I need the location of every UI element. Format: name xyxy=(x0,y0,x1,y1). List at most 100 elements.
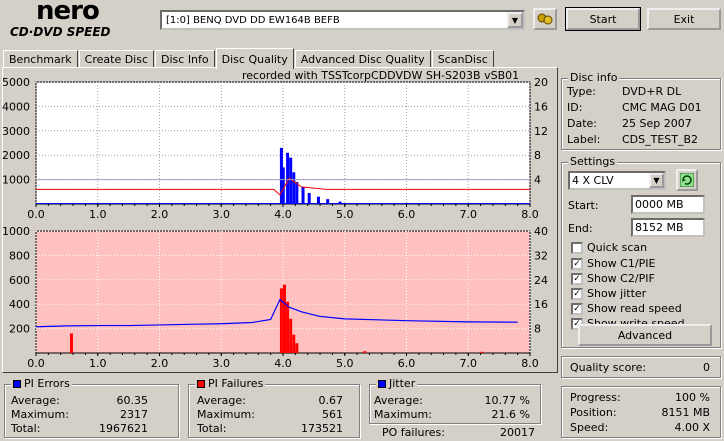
jitter-title: Jitter xyxy=(376,377,418,390)
y-tick-label-right: 12 xyxy=(534,125,548,138)
pi-errors-title: PI Errors xyxy=(11,377,72,390)
show-c1-label: Show C1/PIE xyxy=(587,257,656,270)
disc-date-value: 25 Sep 2007 xyxy=(622,117,692,130)
y-tick-label-left: 200 xyxy=(9,323,30,336)
disc-id-label: ID: xyxy=(567,101,583,114)
progress-value: 100 % xyxy=(675,391,710,404)
po-failures-label: PO failures: xyxy=(382,426,445,439)
x-tick-label: 8.0 xyxy=(521,357,539,370)
position-value: 8151 MB xyxy=(661,406,710,419)
pif-spike-bar xyxy=(279,288,283,353)
jitter-group: Jitter Average: 10.77 % Maximum: 21.6 % xyxy=(369,377,541,424)
pi-errors-average-value: 60.35 xyxy=(116,394,149,407)
y-tick-label-left: 1000 xyxy=(2,174,30,187)
disc-type-value: DVD+R DL xyxy=(622,85,682,98)
pi-failures-average-label: Average: xyxy=(197,394,246,407)
checkbox-box[interactable]: ✓ xyxy=(571,272,583,285)
pif-spike-bar xyxy=(480,351,484,353)
show-c2-label: Show C2/PIF xyxy=(587,272,655,285)
speed-select[interactable]: 4 X CLV ▼ xyxy=(568,171,666,190)
tab-disc-info[interactable]: Disc Info xyxy=(155,50,215,68)
advanced-button[interactable]: Advanced xyxy=(578,324,712,346)
pi-failures-maximum-value: 561 xyxy=(322,408,343,421)
pie-spike-bar xyxy=(292,172,296,204)
quality-score-group: Quality score: 0 xyxy=(561,356,721,378)
quality-score-label: Quality score: xyxy=(570,361,647,374)
show-c2-checkbox[interactable]: ✓ Show C2/PIF xyxy=(571,272,655,285)
drive-select[interactable]: [1:0] BENQ DVD DD EW164B BEFB ▼ xyxy=(160,10,525,30)
start-mb-input[interactable]: 0000 MB xyxy=(631,195,705,214)
x-tick-label: 3.0 xyxy=(213,357,231,370)
checkbox-box[interactable]: ✓ xyxy=(571,287,583,300)
pi-failures-total-label: Total: xyxy=(197,422,227,435)
pif-spike-bar xyxy=(292,334,296,353)
x-tick-label: 0.0 xyxy=(27,357,45,370)
speed-value: 4.00 X xyxy=(674,421,710,434)
quick-scan-label: Quick scan xyxy=(587,241,648,254)
drive-select-value: [1:0] BENQ DVD DD EW164B BEFB xyxy=(166,14,340,26)
x-tick-label: 2.0 xyxy=(151,357,169,370)
pie-spike-bar xyxy=(316,196,320,204)
po-failures-value: 20017 xyxy=(500,426,535,439)
show-c1-checkbox[interactable]: ✓ Show C1/PIE xyxy=(571,257,655,270)
pie-spike-bar xyxy=(289,157,293,204)
pie-spike-bar xyxy=(301,186,305,204)
y-tick-label-right: 32 xyxy=(534,249,548,262)
chevron-down-icon[interactable]: ▼ xyxy=(649,173,664,188)
y-tick-label-left: 1000 xyxy=(2,225,30,238)
eject-icon-button[interactable] xyxy=(533,8,557,30)
x-tick-label: 1.0 xyxy=(89,208,107,221)
exit-button[interactable]: Exit xyxy=(647,8,721,30)
x-tick-label: 6.0 xyxy=(398,357,416,370)
checkbox-box[interactable]: ✓ xyxy=(571,257,583,270)
pi-errors-group: PI Errors Average: 60.35 Maximum: 2317 T… xyxy=(4,377,179,438)
x-tick-label: 5.0 xyxy=(336,357,354,370)
pif-spike-bar xyxy=(69,333,73,353)
tab-benchmark[interactable]: Benchmark xyxy=(3,50,78,68)
y-tick-label-right: 16 xyxy=(534,100,548,113)
progress-label: Progress: xyxy=(570,391,621,404)
show-read-speed-checkbox[interactable]: ✓ Show read speed xyxy=(571,302,682,315)
checkbox-box[interactable]: ✓ xyxy=(571,302,583,315)
pi-errors-title-text: PI Errors xyxy=(24,377,70,390)
pie-spike-bar xyxy=(295,182,299,204)
y-tick-label-right: 8 xyxy=(534,323,541,336)
speed-label: Speed: xyxy=(570,421,609,434)
disc-icon xyxy=(537,13,553,25)
position-label: Position: xyxy=(570,406,617,419)
jitter-title-text: Jitter xyxy=(389,377,416,390)
checkbox-box[interactable] xyxy=(571,241,583,254)
pif-spike-bar xyxy=(286,301,290,353)
tab-bar: Benchmark Create Disc Disc Info Disc Qua… xyxy=(3,48,495,69)
chevron-down-icon[interactable]: ▼ xyxy=(507,12,523,28)
show-jitter-label: Show jitter xyxy=(587,287,647,300)
end-mb-input[interactable]: 8152 MB xyxy=(631,218,705,237)
tab-create-disc[interactable]: Create Disc xyxy=(78,50,155,68)
x-tick-label: 4.0 xyxy=(274,208,292,221)
start-button[interactable]: Start xyxy=(565,7,641,31)
x-tick-label: 3.0 xyxy=(213,208,231,221)
x-tick-label: 0.0 xyxy=(27,208,45,221)
tab-advanced-disc-quality[interactable]: Advanced Disc Quality xyxy=(294,50,431,68)
y-tick-label-right: 8 xyxy=(534,149,541,162)
show-read-speed-label: Show read speed xyxy=(587,302,682,315)
show-jitter-checkbox[interactable]: ✓ Show jitter xyxy=(571,287,646,300)
disc-date-label: Date: xyxy=(567,117,597,130)
logo-subtitle: CD·DVD SPEED xyxy=(10,25,111,39)
y-tick-label-left: 800 xyxy=(9,249,30,262)
tab-scandisc[interactable]: ScanDisc xyxy=(431,50,494,68)
logo-nero-text: nero xyxy=(36,0,100,26)
disc-info-title: Disc info xyxy=(568,71,620,84)
pif-spike-bar xyxy=(295,343,299,353)
tab-disc-quality[interactable]: Disc Quality xyxy=(215,48,294,69)
disc-label-value: CDS_TEST_B2 xyxy=(622,133,699,146)
refresh-button[interactable] xyxy=(676,169,698,191)
refresh-icon xyxy=(680,173,694,187)
pie-spike-bar xyxy=(281,167,285,204)
end-mb-label: End: xyxy=(568,222,593,235)
quick-scan-checkbox[interactable]: Quick scan xyxy=(571,241,647,254)
pi-failures-average-value: 0.67 xyxy=(318,394,344,407)
x-tick-label: 5.0 xyxy=(336,208,354,221)
pi-errors-total-label: Total: xyxy=(11,422,41,435)
x-tick-label: 8.0 xyxy=(521,208,539,221)
